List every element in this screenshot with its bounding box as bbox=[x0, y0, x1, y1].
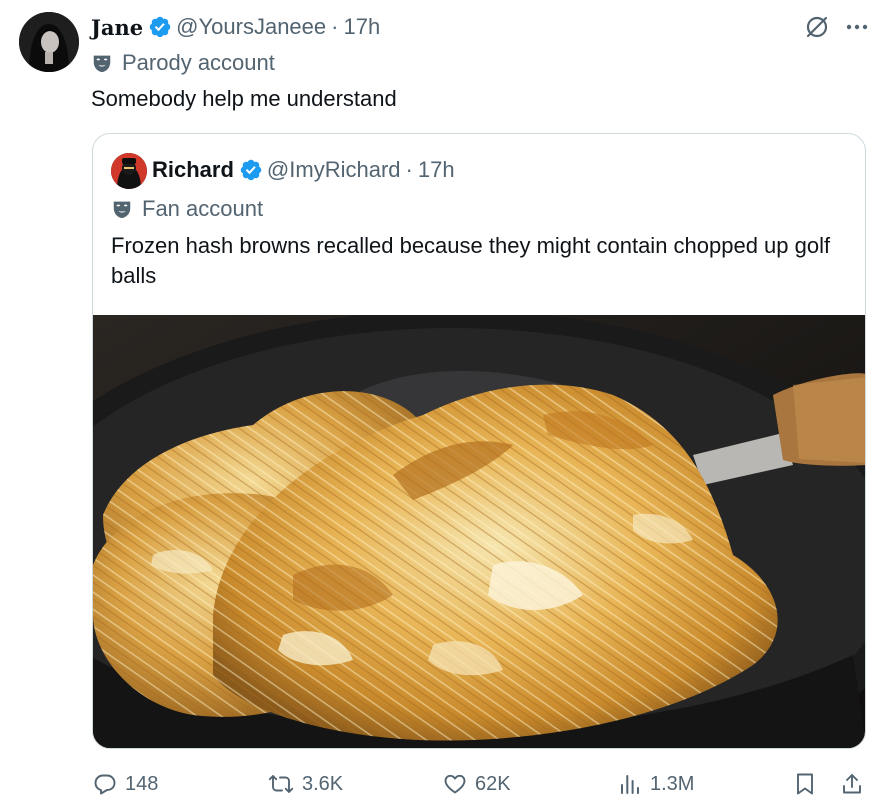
reply-count: 148 bbox=[125, 772, 159, 795]
repost-icon bbox=[268, 775, 294, 793]
quoted-account-label: Fan account bbox=[142, 196, 264, 221]
mask-icon bbox=[93, 55, 111, 73]
author-avatar[interactable] bbox=[19, 12, 79, 72]
timestamp[interactable]: 17h bbox=[343, 14, 380, 40]
like-count: 62K bbox=[475, 772, 511, 795]
share-icon bbox=[843, 774, 861, 794]
bookmark-button[interactable] bbox=[794, 762, 824, 806]
tweet-top-actions bbox=[804, 14, 870, 45]
tweet-text: Somebody help me understand bbox=[91, 86, 397, 111]
quoted-tweet-card[interactable]: Richard @ImyRichard · 17h Fan account Fr… bbox=[92, 133, 866, 749]
views-icon bbox=[621, 775, 639, 794]
like-icon bbox=[444, 774, 466, 794]
views-button[interactable]: 1.3M bbox=[618, 762, 694, 806]
separator: · bbox=[331, 14, 339, 39]
quoted-author-avatar[interactable] bbox=[111, 153, 147, 189]
tweet-header: Jane @YoursJaneee · 17h bbox=[91, 12, 380, 42]
quoted-timestamp[interactable]: 17h bbox=[418, 157, 455, 183]
mask-icon bbox=[113, 201, 131, 219]
repost-count: 3.6K bbox=[302, 772, 344, 795]
quoted-author-handle[interactable]: @ImyRichard bbox=[267, 157, 401, 183]
verified-badge-icon bbox=[149, 16, 171, 38]
share-button[interactable] bbox=[840, 762, 872, 806]
reply-icon bbox=[94, 774, 116, 795]
grok-icon[interactable] bbox=[804, 14, 830, 45]
author-handle[interactable]: @YoursJaneee bbox=[176, 14, 326, 40]
bookmark-icon bbox=[797, 773, 813, 795]
more-icon[interactable] bbox=[844, 14, 870, 45]
quoted-tweet-header: Richard @ImyRichard · 17h bbox=[152, 156, 455, 184]
author-name[interactable]: Jane bbox=[91, 15, 143, 40]
tweet-action-bar: 148 3.6K 62K 1.3M bbox=[0, 762, 886, 806]
account-label-row: Parody account bbox=[91, 49, 275, 77]
reply-button[interactable]: 148 bbox=[93, 762, 158, 806]
repost-button[interactable]: 3.6K bbox=[268, 762, 343, 806]
quoted-tweet-photo[interactable] bbox=[93, 315, 865, 748]
verified-badge-icon bbox=[240, 159, 262, 181]
quoted-account-label-row: Fan account bbox=[111, 195, 263, 223]
account-label: Parody account bbox=[122, 50, 275, 75]
quoted-tweet-text: Frozen hash browns recalled because they… bbox=[111, 233, 831, 288]
like-button[interactable]: 62K bbox=[443, 762, 511, 806]
quoted-author-name[interactable]: Richard bbox=[152, 157, 234, 183]
separator: · bbox=[405, 157, 413, 182]
views-count: 1.3M bbox=[650, 772, 695, 795]
